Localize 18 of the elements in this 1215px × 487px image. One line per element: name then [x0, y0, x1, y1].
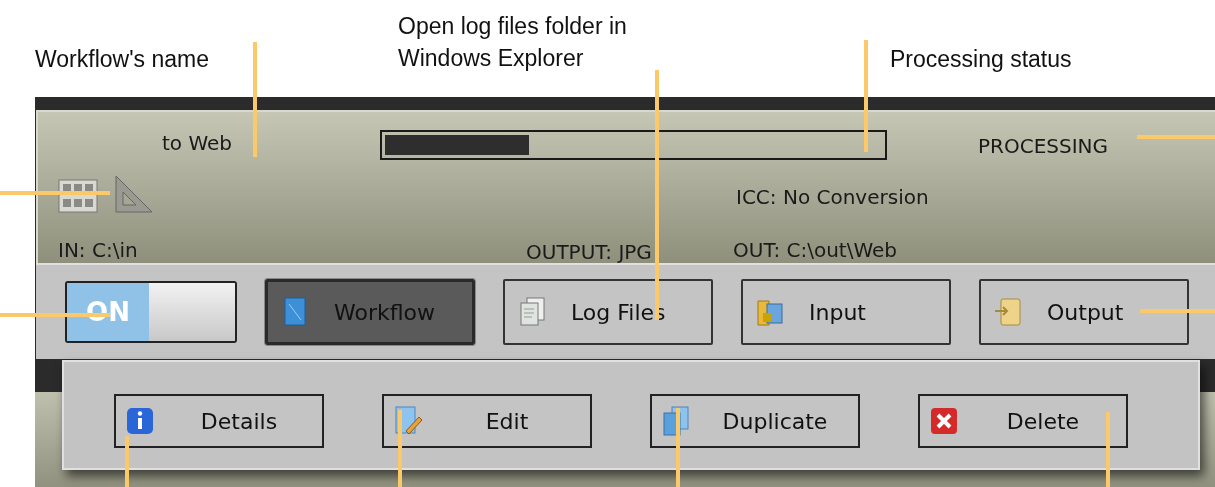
toolbar-button[interactable]: Input [741, 279, 951, 345]
callout-label: Processing status [890, 45, 1072, 74]
status-text: PROCESSING [978, 133, 1109, 160]
output-format: OUTPUT: JPG [526, 239, 652, 266]
toolbar-button[interactable]: Output [979, 279, 1189, 345]
info-icon [124, 405, 156, 437]
menu-button[interactable]: Duplicate [650, 394, 860, 448]
menu-button[interactable]: Edit [382, 394, 592, 448]
menu-button[interactable]: Delete [918, 394, 1128, 448]
icc-text: ICC: No Conversion [736, 184, 929, 211]
callout-label: Open log files folder in Windows Explorer [398, 12, 627, 73]
triangle-ruler-icon [114, 174, 154, 214]
menu-button[interactable]: Details [114, 394, 324, 448]
workflow-name: to Web [162, 130, 233, 157]
output-path: OUT: C:\out\Web [733, 237, 898, 264]
input-path: IN: C:\in [58, 237, 138, 264]
delete-icon [928, 405, 960, 437]
callout-label: Workflow's name [35, 45, 209, 74]
